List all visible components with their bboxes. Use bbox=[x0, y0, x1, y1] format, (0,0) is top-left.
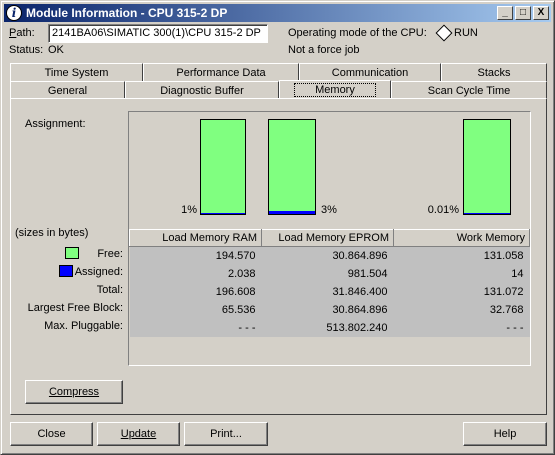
opmode-value: RUN bbox=[454, 27, 478, 39]
row-labels: Free: Assigned: Total: Largest Free Bloc… bbox=[1, 230, 123, 340]
path-field[interactable]: 2141BA06\SIMATIC 300(1)\CPU 315-2 DP bbox=[48, 24, 268, 43]
minimize-button[interactable]: _ bbox=[497, 6, 513, 20]
help-button-label: Help bbox=[493, 428, 517, 440]
title-bar: i Module Information - CPU 315-2 DP _ □ … bbox=[4, 4, 551, 22]
window-title: Module Information - CPU 315-2 DP bbox=[26, 6, 228, 20]
row-label-assigned: Assigned: bbox=[74, 266, 123, 278]
help-button[interactable]: Help bbox=[463, 422, 547, 446]
table-cell: 2.038 bbox=[129, 264, 262, 283]
update-button[interactable]: Update bbox=[97, 422, 180, 446]
table-row: 194.570 30.864.896 131.058 bbox=[129, 246, 530, 265]
path-label: Path: bbox=[9, 27, 35, 39]
tab-time-system[interactable]: Time System bbox=[10, 63, 143, 81]
column-header-load-memory-eprom[interactable]: Load Memory EPROM bbox=[261, 229, 394, 247]
opmode-label: Operating mode of the CPU: bbox=[288, 27, 427, 39]
row-label-total: Total: bbox=[96, 284, 123, 296]
assigned-color-swatch bbox=[59, 265, 73, 277]
update-button-label: Update bbox=[120, 428, 157, 440]
tab-memory[interactable]: Memory bbox=[279, 80, 391, 99]
table-cell: 981.504 bbox=[261, 264, 394, 283]
run-state-icon bbox=[435, 24, 453, 42]
column-header-load-memory-ram[interactable]: Load Memory RAM bbox=[129, 229, 262, 247]
percent-label-work: 0.01% bbox=[427, 204, 459, 216]
table-cell: 194.570 bbox=[129, 246, 262, 265]
bar-free-fill bbox=[201, 120, 245, 214]
free-color-swatch bbox=[65, 247, 79, 259]
status-value: OK bbox=[48, 44, 64, 56]
print-button-label: Print... bbox=[210, 428, 242, 440]
bar-load-memory-ram bbox=[200, 119, 246, 215]
bar-work-memory bbox=[463, 119, 511, 215]
table-cell: 513.802.240 bbox=[261, 318, 394, 337]
table-row: 196.608 31.846.400 131.072 bbox=[129, 282, 530, 301]
table-cell: 30.864.896 bbox=[261, 246, 394, 265]
row-label-max-pluggable: Max. Pluggable: bbox=[44, 320, 123, 332]
tab-diagnostic-buffer[interactable]: Diagnostic Buffer bbox=[125, 81, 279, 99]
bar-free-fill bbox=[269, 120, 315, 214]
table-cell: - - - bbox=[393, 318, 530, 337]
memory-table: Load Memory RAM Load Memory EPROM Work M… bbox=[129, 229, 530, 337]
row-label-largest-free-block: Largest Free Block: bbox=[27, 302, 123, 314]
info-icon: i bbox=[6, 5, 22, 21]
bar-load-memory-eprom bbox=[268, 119, 316, 215]
assignment-label: Assignment: bbox=[25, 118, 86, 130]
tab-communication[interactable]: Communication bbox=[299, 63, 441, 81]
force-job-text: Not a force job bbox=[288, 44, 360, 56]
compress-button[interactable]: Compress bbox=[25, 380, 123, 404]
close-button-label: Close bbox=[37, 428, 66, 440]
table-cell: 30.864.896 bbox=[261, 300, 394, 319]
table-row: - - - 513.802.240 - - - bbox=[129, 318, 530, 337]
opmode-indicator: RUN bbox=[435, 24, 478, 42]
tab-memory-label: Memory bbox=[294, 82, 376, 97]
print-button[interactable]: Print... bbox=[184, 422, 268, 446]
close-window-button[interactable]: X bbox=[533, 6, 549, 20]
bar-free-fill bbox=[464, 120, 510, 214]
module-info-window: i Module Information - CPU 315-2 DP _ □ … bbox=[0, 0, 555, 455]
percent-label-ram: 1% bbox=[181, 204, 197, 216]
column-header-work-memory[interactable]: Work Memory bbox=[393, 229, 530, 247]
bar-assigned-fill bbox=[269, 211, 315, 214]
table-row: 65.536 30.864.896 32.768 bbox=[129, 300, 530, 319]
percent-label-eprom: 3% bbox=[321, 204, 337, 216]
table-cell: 14 bbox=[393, 264, 530, 283]
compress-button-label: Compress bbox=[48, 386, 100, 398]
tab-scan-cycle-time[interactable]: Scan Cycle Time bbox=[391, 81, 547, 99]
table-cell: - - - bbox=[129, 318, 262, 337]
table-cell: 131.072 bbox=[393, 282, 530, 301]
table-cell: 32.768 bbox=[393, 300, 530, 319]
table-cell: 131.058 bbox=[393, 246, 530, 265]
table-cell: 65.536 bbox=[129, 300, 262, 319]
tab-stacks[interactable]: Stacks bbox=[441, 63, 547, 81]
table-cell: 31.846.400 bbox=[261, 282, 394, 301]
tab-general[interactable]: General bbox=[10, 81, 125, 99]
status-label: Status: bbox=[9, 44, 44, 56]
maximize-button[interactable]: □ bbox=[515, 6, 531, 20]
tab-performance-data[interactable]: Performance Data bbox=[143, 63, 299, 81]
table-cell: 196.608 bbox=[129, 282, 262, 301]
row-label-free: Free: bbox=[97, 248, 123, 260]
bar-assigned-fill bbox=[464, 213, 510, 214]
table-row: 2.038 981.504 14 bbox=[129, 264, 530, 283]
close-button[interactable]: Close bbox=[10, 422, 93, 446]
bar-assigned-fill bbox=[201, 213, 245, 214]
